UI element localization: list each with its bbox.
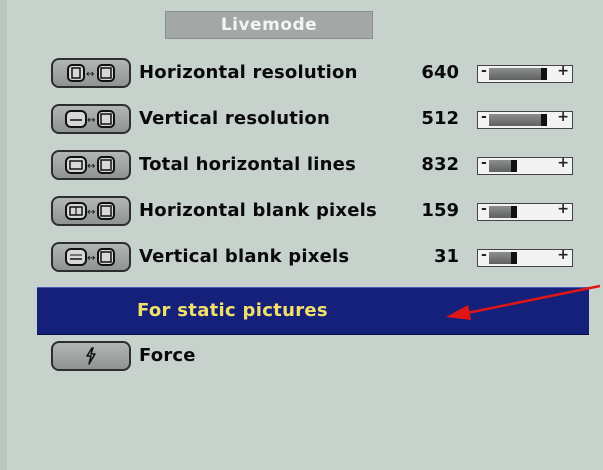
slider-minus[interactable]: - <box>481 201 487 217</box>
setting-slider[interactable]: - + <box>477 247 573 267</box>
slider-thumb[interactable] <box>510 160 517 172</box>
slider-thumb[interactable] <box>510 206 517 218</box>
svg-text:↔: ↔ <box>87 161 95 172</box>
slider-plus[interactable]: + <box>557 63 569 79</box>
horizontal-blank-pixels-icon[interactable]: ↔ <box>51 196 131 226</box>
setting-label: Vertical resolution <box>139 108 330 129</box>
lightning-icon[interactable] <box>51 341 131 371</box>
window-title-tab: Livemode <box>165 11 373 39</box>
setting-label: Vertical blank pixels <box>139 246 350 267</box>
setting-value: 159 <box>421 200 459 221</box>
force-label: Force <box>139 345 196 366</box>
setting-value: 512 <box>421 108 459 129</box>
horizontal-resolution-icon[interactable]: ↔ <box>51 58 131 88</box>
setting-value: 832 <box>421 154 459 175</box>
setting-slider[interactable]: - + <box>477 155 573 175</box>
setting-row-total-horizontal-lines: ↔ Total horizontal lines 832 - + <box>51 147 591 183</box>
force-row: Force <box>51 338 591 374</box>
setting-row-horizontal-blank-pixels: ↔ Horizontal blank pixels 159 - + <box>51 193 591 229</box>
svg-text:↔: ↔ <box>87 253 95 264</box>
static-pictures-label: For static pictures <box>137 300 328 321</box>
svg-text:↔: ↔ <box>86 69 94 80</box>
slider-plus[interactable]: + <box>557 247 569 263</box>
setting-value: 640 <box>421 62 459 83</box>
setting-row-horizontal-resolution: ↔ Horizontal resolution 640 - + <box>51 55 591 91</box>
livemode-screen: Livemode ↔ Horizontal resolution 640 - + <box>7 0 603 470</box>
slider-thumb[interactable] <box>540 114 547 126</box>
slider-minus[interactable]: - <box>481 109 487 125</box>
slider-minus[interactable]: - <box>481 63 487 79</box>
setting-value: 31 <box>433 246 459 267</box>
vertical-blank-pixels-icon[interactable]: ↔ <box>51 242 131 272</box>
window-title: Livemode <box>220 15 318 35</box>
slider-minus[interactable]: - <box>481 247 487 263</box>
setting-row-vertical-blank-pixels: ↔ Vertical blank pixels 31 - + <box>51 239 591 275</box>
setting-slider[interactable]: - + <box>477 63 573 83</box>
slider-fill <box>489 68 544 80</box>
slider-thumb[interactable] <box>510 252 517 264</box>
slider-minus[interactable]: - <box>481 155 487 171</box>
vertical-resolution-icon[interactable]: ↔ <box>51 104 131 134</box>
svg-text:↔: ↔ <box>87 115 95 126</box>
slider-plus[interactable]: + <box>557 201 569 217</box>
total-horizontal-lines-icon[interactable]: ↔ <box>51 150 131 180</box>
slider-fill <box>489 114 544 126</box>
slider-thumb[interactable] <box>540 68 547 80</box>
setting-label: Horizontal blank pixels <box>139 200 377 221</box>
setting-row-vertical-resolution: ↔ Vertical resolution 512 - + <box>51 101 591 137</box>
setting-slider[interactable]: - + <box>477 201 573 221</box>
setting-slider[interactable]: - + <box>477 109 573 129</box>
setting-label: Total horizontal lines <box>139 154 356 175</box>
slider-plus[interactable]: + <box>557 155 569 171</box>
setting-label: Horizontal resolution <box>139 62 358 83</box>
annotation-arrow-icon <box>446 284 601 320</box>
svg-text:↔: ↔ <box>87 207 95 218</box>
slider-plus[interactable]: + <box>557 109 569 125</box>
